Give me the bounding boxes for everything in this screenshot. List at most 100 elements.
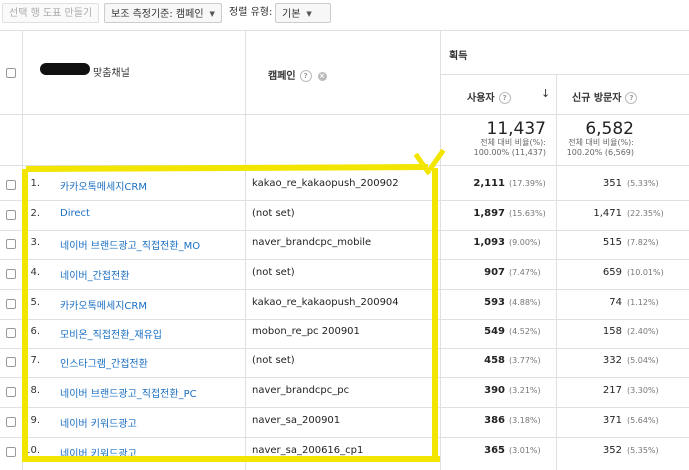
report-toolbar: 선택 행 도표 만들기 보조 측정기준: 캠페인 ▼ 정렬 유형: 기본 ▼: [0, 0, 689, 28]
channel-link[interactable]: 네이버_간접전환: [60, 267, 129, 282]
new-visitors-value: 158: [602, 326, 622, 337]
new-visitors-value: 1,471: [593, 208, 622, 219]
sort-type-dropdown[interactable]: 기본 ▼: [275, 3, 331, 23]
redacted-mark: [40, 63, 90, 75]
users-pct: (7.47%): [509, 268, 541, 277]
help-icon[interactable]: ?: [625, 92, 638, 104]
total-new-pct-label: 전체 대비 비율(%):: [568, 138, 634, 147]
users-value: 593: [484, 297, 505, 308]
new-visitors-pct: (10.01%): [627, 268, 664, 277]
row-checkbox[interactable]: [6, 447, 16, 457]
channel-link[interactable]: Direct: [60, 208, 90, 219]
header-new-visitors-label: 신규 방문자: [572, 93, 622, 104]
campaign-value: naver_brandcpc_mobile: [252, 237, 372, 248]
sort-type-value: 기본: [282, 9, 301, 20]
chevron-down-icon: ▼: [209, 10, 215, 18]
channel-link[interactable]: 카카오톡메세지CRM: [60, 297, 147, 312]
row-checkbox[interactable]: [6, 269, 16, 279]
header-campaign-label: 캠페인: [268, 71, 296, 82]
new-visitors-value: 659: [602, 267, 622, 278]
users-pct: (4.52%): [509, 327, 541, 336]
chevron-down-icon: ▼: [306, 10, 312, 18]
users-pct: (3.18%): [509, 416, 541, 425]
campaign-value: kakao_re_kakaopush_200904: [252, 297, 399, 308]
header-users[interactable]: 사용자?: [467, 89, 511, 104]
channel-link[interactable]: 네이버 브랜드광고_직접전환_PC: [60, 385, 197, 400]
campaign-value: naver_sa_200901: [252, 415, 341, 426]
channel-link[interactable]: 네이버 브랜드광고_직접전환_MO: [60, 237, 200, 252]
header-group-acquisition: 획득: [449, 51, 468, 62]
campaign-value: (not set): [252, 208, 295, 219]
secondary-dimension-label: 보조 측정기준: 캠페인: [111, 9, 204, 20]
make-chart-button[interactable]: 선택 행 도표 만들기: [2, 3, 100, 23]
new-visitors-pct: (2.40%): [627, 327, 659, 336]
new-visitors-pct: (3.30%): [627, 386, 659, 395]
help-icon[interactable]: ?: [498, 92, 511, 104]
row-checkbox[interactable]: [6, 299, 16, 309]
new-visitors-value: 74: [609, 297, 622, 308]
users-value: 907: [484, 267, 505, 278]
users-value: 2,111: [473, 178, 505, 189]
secondary-dimension-dropdown[interactable]: 보조 측정기준: 캠페인 ▼: [104, 3, 222, 23]
campaign-value: (not set): [252, 267, 295, 278]
row-checkbox[interactable]: [6, 328, 16, 338]
campaign-value: (not set): [252, 355, 295, 366]
new-visitors-pct: (5.35%): [627, 446, 659, 455]
new-visitors-value: 351: [602, 178, 622, 189]
campaign-value: kakao_re_kakaopush_200902: [252, 178, 399, 189]
channel-link[interactable]: 카카오톡메세지CRM: [60, 178, 147, 193]
users-value: 390: [484, 385, 505, 396]
header-new-visitors[interactable]: 신규 방문자?: [572, 89, 638, 104]
users-pct: (3.21%): [509, 386, 541, 395]
total-new-pct-value: 100.20% (6,569): [566, 148, 634, 157]
new-visitors-value: 332: [602, 355, 622, 366]
select-all-checkbox[interactable]: [6, 68, 16, 78]
users-pct: (17.39%): [509, 179, 546, 188]
report-table: 맞춤채널 캠페인? × 획득 사용자? ↓ 신규 방문자? 11,437 전체 대…: [0, 30, 689, 470]
total-users-pct-value: 100.00% (11,437): [473, 148, 546, 157]
channel-link[interactable]: 모비온_직접전환_재유입: [60, 326, 162, 341]
total-users-value: 11,437: [486, 119, 546, 139]
users-value: 365: [484, 445, 505, 456]
new-visitors-pct: (5.64%): [627, 416, 659, 425]
users-pct: (15.63%): [509, 209, 546, 218]
total-new-value: 6,582: [585, 119, 634, 139]
row-checkbox[interactable]: [6, 239, 16, 249]
row-checkbox[interactable]: [6, 180, 16, 190]
users-pct: (9.00%): [509, 238, 541, 247]
campaign-value: mobon_re_pc 200901: [252, 326, 360, 337]
campaign-value: naver_sa_200616_cp1: [252, 445, 364, 456]
users-pct: (3.01%): [509, 446, 541, 455]
row-checkbox[interactable]: [6, 417, 16, 427]
channel-link[interactable]: 인스타그램_간접전환: [60, 355, 148, 370]
header-users-label: 사용자: [467, 93, 495, 104]
header-campaign[interactable]: 캠페인? ×: [268, 67, 327, 82]
help-icon[interactable]: ?: [299, 70, 312, 82]
new-visitors-pct: (7.82%): [627, 238, 659, 247]
users-value: 1,093: [473, 237, 505, 248]
new-visitors-pct: (5.33%): [627, 179, 659, 188]
new-visitors-value: 352: [602, 445, 622, 456]
users-value: 458: [484, 355, 505, 366]
users-value: 549: [484, 326, 505, 337]
new-visitors-value: 515: [602, 237, 622, 248]
new-visitors-value: 371: [602, 415, 622, 426]
users-pct: (3.77%): [509, 356, 541, 365]
sort-type-label: 정렬 유형:: [229, 7, 273, 18]
row-checkbox[interactable]: [6, 357, 16, 367]
users-value: 386: [484, 415, 505, 426]
users-pct: (4.88%): [509, 298, 541, 307]
channel-link[interactable]: 네이버 키워드광고: [60, 415, 137, 430]
campaign-value: naver_brandcpc_pc: [252, 385, 350, 396]
new-visitors-pct: (22.35%): [627, 209, 664, 218]
header-channel[interactable]: 맞춤채널: [93, 64, 130, 79]
new-visitors-pct: (5.04%): [627, 356, 659, 365]
new-visitors-value: 217: [602, 385, 622, 396]
remove-icon[interactable]: ×: [317, 71, 327, 81]
new-visitors-pct: (1.12%): [627, 298, 659, 307]
total-users-pct-label: 전체 대비 비율(%):: [480, 138, 546, 147]
row-checkbox[interactable]: [6, 210, 16, 220]
row-checkbox[interactable]: [6, 387, 16, 397]
users-value: 1,897: [473, 208, 505, 219]
sort-desc-arrow-icon[interactable]: ↓: [541, 87, 550, 100]
